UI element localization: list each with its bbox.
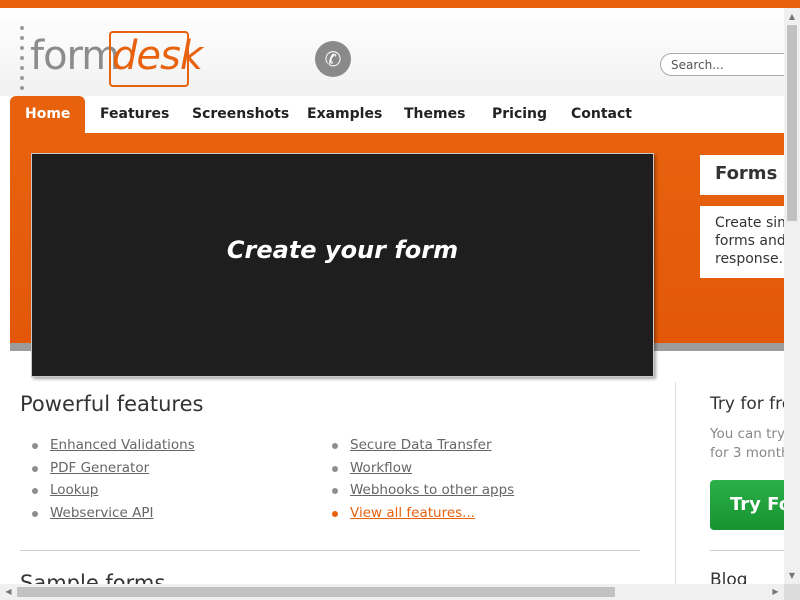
logo-form-text: form	[30, 33, 120, 79]
list-item: Webservice API	[20, 502, 195, 525]
horizontal-scrollbar[interactable]: ◀ ▶	[0, 584, 784, 600]
nav-examples[interactable]: Examples	[307, 96, 382, 133]
scrollbar-corner	[784, 584, 800, 600]
search-input[interactable]: Search...	[660, 53, 800, 76]
nav-screenshots[interactable]: Screenshots	[192, 96, 289, 133]
try-text: You can try for 3 month	[710, 426, 790, 461]
feature-link[interactable]: Webservice API	[50, 505, 153, 521]
section-divider	[20, 550, 640, 551]
nav-home[interactable]: Home	[10, 96, 86, 133]
phone-icon[interactable]: ✆	[315, 41, 351, 77]
scroll-left-icon[interactable]: ◀	[0, 584, 17, 600]
site-header: form desk ✆	[0, 8, 784, 96]
logo-dots	[18, 26, 26, 90]
logo-desk-text: desk	[112, 33, 203, 79]
list-item: Workflow	[320, 457, 514, 480]
sidebar-divider	[710, 550, 784, 551]
hero-side-text: Create sim forms and response.	[700, 206, 784, 278]
vertical-scroll-thumb[interactable]	[787, 25, 797, 221]
nav-pricing[interactable]: Pricing	[492, 96, 547, 133]
list-item: Secure Data Transfer	[320, 434, 514, 457]
features-list-left: Enhanced Validations PDF Generator Looku…	[20, 434, 195, 525]
feature-link[interactable]: Lookup	[50, 482, 98, 498]
nav-features[interactable]: Features	[100, 96, 169, 133]
video-caption: Create your form	[226, 236, 459, 264]
nav-themes[interactable]: Themes	[404, 96, 465, 133]
list-item: Webhooks to other apps	[320, 479, 514, 502]
scroll-down-icon[interactable]: ▼	[784, 567, 800, 584]
hero-side-title: Forms M	[700, 155, 784, 195]
feature-link[interactable]: Secure Data Transfer	[350, 437, 492, 453]
try-title: Try for fre	[710, 394, 793, 414]
list-item: Lookup	[20, 479, 195, 502]
nav-contact[interactable]: Contact	[571, 96, 632, 133]
list-item: PDF Generator	[20, 457, 195, 480]
scroll-up-icon[interactable]: ▲	[784, 8, 800, 25]
column-divider	[675, 382, 676, 585]
formdesk-logo[interactable]: form desk	[18, 26, 203, 96]
intro-video[interactable]: Create your form	[31, 153, 654, 377]
horizontal-scroll-thumb[interactable]	[17, 587, 615, 597]
feature-link[interactable]: PDF Generator	[50, 460, 149, 476]
view-all-features-link[interactable]: View all features...	[350, 505, 475, 521]
try-free-button[interactable]: Try For	[710, 480, 784, 530]
feature-link[interactable]: Enhanced Validations	[50, 437, 195, 453]
vertical-scrollbar[interactable]: ▲ ▼	[784, 8, 800, 584]
list-item: View all features...	[320, 502, 514, 525]
feature-link[interactable]: Webhooks to other apps	[350, 482, 514, 498]
features-heading: Powerful features	[20, 392, 204, 416]
feature-link[interactable]: Workflow	[350, 460, 412, 476]
list-item: Enhanced Validations	[20, 434, 195, 457]
features-list-right: Secure Data Transfer Workflow Webhooks t…	[320, 434, 514, 525]
top-accent-bar	[0, 0, 800, 8]
scroll-right-icon[interactable]: ▶	[767, 584, 784, 600]
